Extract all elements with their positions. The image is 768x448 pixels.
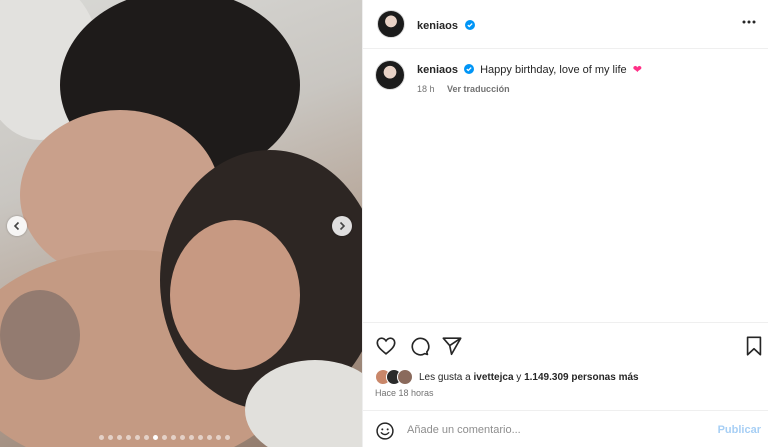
comment-input[interactable] <box>407 420 707 440</box>
caption-text: Happy birthday, love of my life <box>480 64 627 76</box>
tattoo-area <box>0 290 80 380</box>
action-bar <box>363 322 768 373</box>
post-side-panel: keniaos keniaos Happy birthday, love of … <box>362 0 768 447</box>
header-user: keniaos <box>417 16 476 34</box>
likes-prefix: Les gusta a <box>419 371 474 383</box>
likes-summary: Les gusta a ivettejca y 1.149.309 person… <box>375 369 639 385</box>
avatar[interactable] <box>377 10 405 38</box>
face-area-2 <box>170 220 300 370</box>
header-username[interactable]: keniaos <box>417 20 458 32</box>
comment-icon[interactable] <box>408 335 430 357</box>
carousel-dot <box>207 435 212 440</box>
liker-avatars <box>375 369 413 385</box>
carousel-dot <box>198 435 203 440</box>
carousel-dot <box>126 435 131 440</box>
carousel-dot <box>171 435 176 440</box>
carousel-indicator <box>99 435 230 440</box>
smiley-icon[interactable] <box>375 421 395 441</box>
caption-username[interactable]: keniaos <box>417 64 458 76</box>
carousel-dot <box>135 435 140 440</box>
likes-connector: y <box>513 371 525 383</box>
carousel-dot <box>144 435 149 440</box>
carousel-dot <box>180 435 185 440</box>
carousel-dot <box>99 435 104 440</box>
more-options-icon[interactable] <box>741 14 757 30</box>
caption-body: keniaos Happy birthday, love of my life … <box>417 63 642 76</box>
carousel-dot <box>216 435 221 440</box>
carousel-dot <box>225 435 230 440</box>
carousel-dot <box>108 435 113 440</box>
carousel-next-button[interactable] <box>332 216 352 236</box>
caption-meta: 18 h Ver traducción <box>417 84 510 94</box>
translate-link[interactable]: Ver traducción <box>447 84 510 94</box>
caption-time: 18 h <box>417 84 435 94</box>
carousel-prev-button[interactable] <box>7 216 27 236</box>
caption-avatar[interactable] <box>375 60 405 90</box>
carousel-dot <box>162 435 167 440</box>
heart-emoji: ❤ <box>632 64 642 76</box>
verified-badge-icon <box>465 20 476 30</box>
likes-user[interactable]: ivettejca <box>473 372 513 383</box>
carousel-dot <box>153 435 158 440</box>
send-icon[interactable] <box>441 335 463 357</box>
chevron-left-icon <box>13 221 20 231</box>
liker-avatar[interactable] <box>397 369 413 385</box>
carousel-dot <box>189 435 194 440</box>
likes-count[interactable]: 1.149.309 personas más <box>524 372 639 383</box>
bookmark-icon[interactable] <box>743 335 765 357</box>
post-image[interactable] <box>0 0 362 447</box>
post-header: keniaos <box>363 0 768 49</box>
carousel-dot <box>117 435 122 440</box>
post-timestamp: Hace 18 horas <box>375 388 434 398</box>
comment-bar: Publicar <box>363 410 768 448</box>
verified-badge-icon <box>464 64 475 74</box>
publish-button[interactable]: Publicar <box>718 424 761 436</box>
heart-icon[interactable] <box>375 335 397 357</box>
chevron-right-icon <box>339 221 346 231</box>
